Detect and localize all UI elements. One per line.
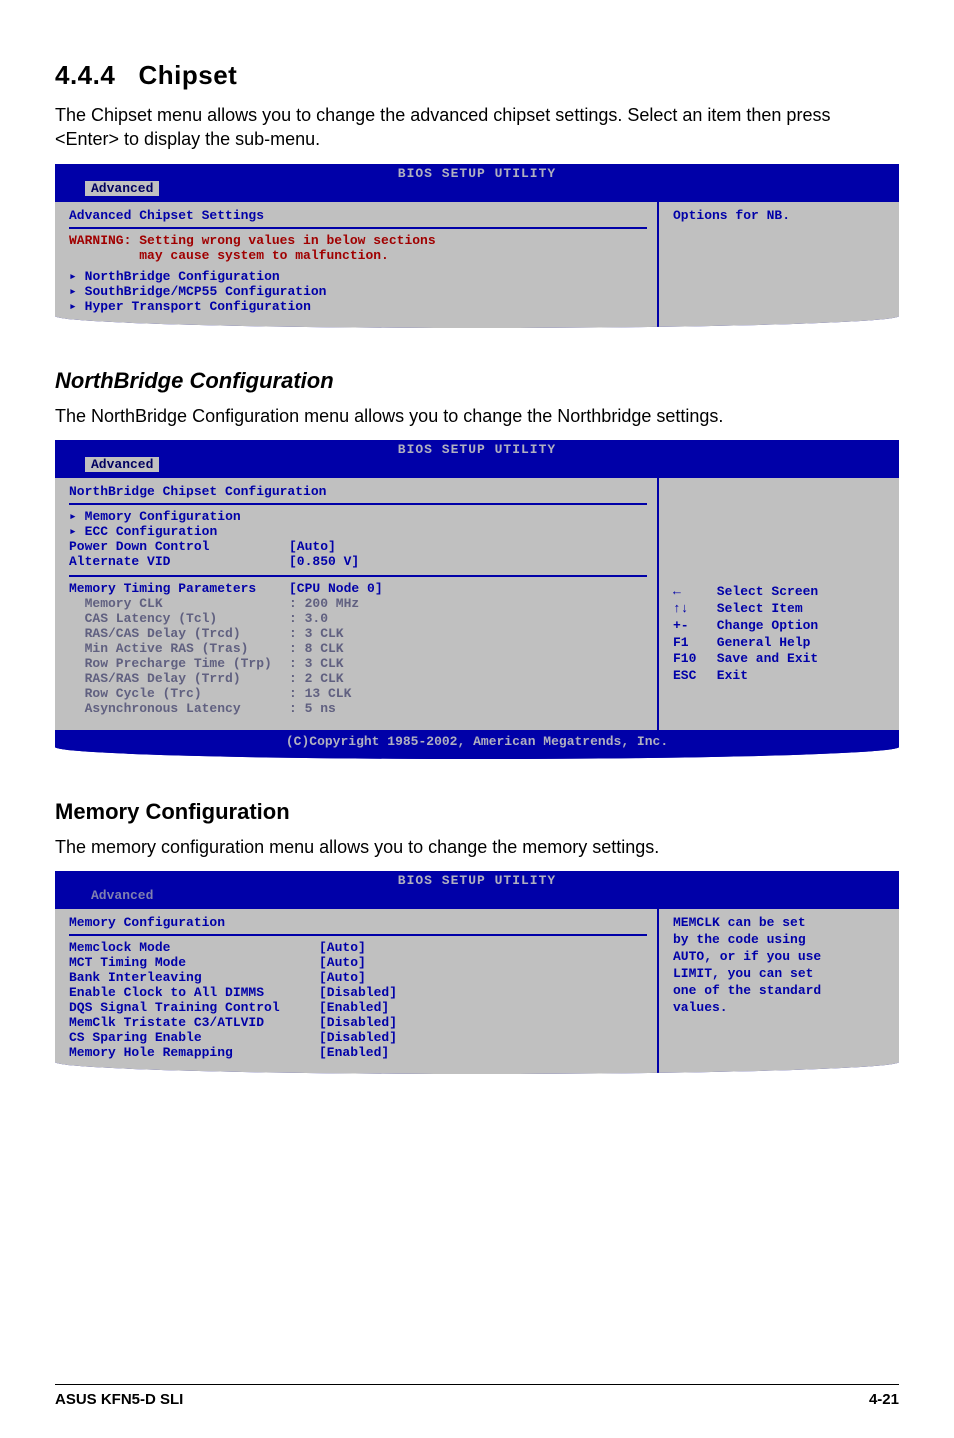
panel3-help: MEMCLK can be set by the code using AUTO… [673, 915, 889, 1016]
bios-title: BIOS SETUP UTILITY [55, 440, 899, 457]
help-row: F10 Save and Exit [673, 651, 889, 668]
timing-row: Row Cycle (Trc): 13 CLK [69, 686, 647, 701]
field-row[interactable]: MCT Timing Mode[Auto] [69, 955, 647, 970]
timing-row: CAS Latency (Tcl): 3.0 [69, 611, 647, 626]
bios-tab-row: Advanced [55, 888, 899, 907]
tab-advanced[interactable]: Advanced [85, 888, 159, 903]
footer-right: 4-21 [869, 1391, 899, 1408]
timing-row: Asynchronous Latency: 5 ns [69, 701, 647, 716]
panel1-help: Options for NB. [673, 208, 889, 225]
timing-row: Row Precharge Time (Trp): 3 CLK [69, 656, 647, 671]
field-row[interactable]: DQS Signal Training Control[Enabled] [69, 1000, 647, 1015]
timing-row: RAS/RAS Delay (Trrd): 2 CLK [69, 671, 647, 686]
menu-item-ecc-config[interactable]: ECC Configuration [69, 524, 647, 539]
bios-left-pane: Memory Configuration Memclock Mode[Auto]… [55, 909, 659, 1074]
bios-panel-chipset: BIOS SETUP UTILITY Advanced Advanced Chi… [55, 164, 899, 328]
northbridge-intro: The NorthBridge Configuration menu allow… [55, 404, 899, 428]
help-row: F1 General Help [673, 635, 889, 652]
memory-intro: The memory configuration menu allows you… [55, 835, 899, 859]
bios-left-pane: Advanced Chipset Settings WARNING: Setti… [55, 202, 659, 328]
bios-title: BIOS SETUP UTILITY [55, 871, 899, 888]
bios-help-pane: MEMCLK can be set by the code using AUTO… [659, 909, 899, 1074]
field-power-down-control[interactable]: Power Down Control[Auto] [69, 539, 647, 554]
panel1-warning: WARNING: Setting wrong values in below s… [69, 227, 647, 269]
panel2-help: ← Select Screen↑↓ Select Item+- Change O… [673, 584, 889, 685]
field-row[interactable]: Memory Hole Remapping[Enabled] [69, 1045, 647, 1060]
bios-left-pane: NorthBridge Chipset Configuration Memory… [55, 478, 659, 730]
timing-row: RAS/CAS Delay (Trcd): 3 CLK [69, 626, 647, 641]
field-alternate-vid[interactable]: Alternate VID[0.850 V] [69, 554, 647, 569]
tab-advanced[interactable]: Advanced [85, 457, 159, 472]
section-title: Chipset [139, 60, 238, 90]
footer-left: ASUS KFN5-D SLI [55, 1391, 183, 1408]
help-row: ↑↓ Select Item [673, 601, 889, 618]
bios-tab-row: Advanced [55, 457, 899, 476]
menu-item-northbridge[interactable]: NorthBridge Configuration [69, 269, 647, 284]
field-row[interactable]: MemClk Tristate C3/ATLVID[Disabled] [69, 1015, 647, 1030]
panel2-heading: NorthBridge Chipset Configuration [69, 484, 647, 499]
memory-heading: Memory Configuration [55, 799, 899, 825]
field-row[interactable]: Memclock Mode[Auto] [69, 940, 647, 955]
help-row: ESC Exit [673, 668, 889, 685]
section-heading: 4.4.4 Chipset [55, 60, 899, 91]
bios-help-pane: Options for NB. [659, 202, 899, 328]
field-memory-timing-params[interactable]: Memory Timing Parameters[CPU Node 0] [69, 581, 647, 596]
bios-tab-row: Advanced [55, 181, 899, 200]
section-number: 4.4.4 [55, 60, 115, 90]
panel1-heading: Advanced Chipset Settings [69, 208, 647, 223]
menu-item-memory-config[interactable]: Memory Configuration [69, 509, 647, 524]
bios-copyright: (C)Copyright 1985-2002, American Megatre… [55, 730, 899, 759]
bios-help-pane: ← Select Screen↑↓ Select Item+- Change O… [659, 478, 899, 730]
page-footer: ASUS KFN5-D SLI 4-21 [55, 1384, 899, 1408]
northbridge-heading: NorthBridge Configuration [55, 368, 899, 394]
menu-item-hypertransport[interactable]: Hyper Transport Configuration [69, 299, 647, 314]
field-row[interactable]: CS Sparing Enable[Disabled] [69, 1030, 647, 1045]
field-row[interactable]: Bank Interleaving[Auto] [69, 970, 647, 985]
timing-row: Memory CLK: 200 MHz [69, 596, 647, 611]
help-row: +- Change Option [673, 618, 889, 635]
bios-title: BIOS SETUP UTILITY [55, 164, 899, 181]
timing-row: Min Active RAS (Tras): 8 CLK [69, 641, 647, 656]
menu-item-southbridge[interactable]: SouthBridge/MCP55 Configuration [69, 284, 647, 299]
bios-panel-memory: BIOS SETUP UTILITY Advanced Memory Confi… [55, 871, 899, 1074]
section-intro: The Chipset menu allows you to change th… [55, 103, 899, 152]
bios-panel-northbridge: BIOS SETUP UTILITY Advanced NorthBridge … [55, 440, 899, 759]
panel3-heading: Memory Configuration [69, 915, 647, 930]
field-row[interactable]: Enable Clock to All DIMMS[Disabled] [69, 985, 647, 1000]
tab-advanced[interactable]: Advanced [85, 181, 159, 196]
help-row: ← Select Screen [673, 584, 889, 601]
